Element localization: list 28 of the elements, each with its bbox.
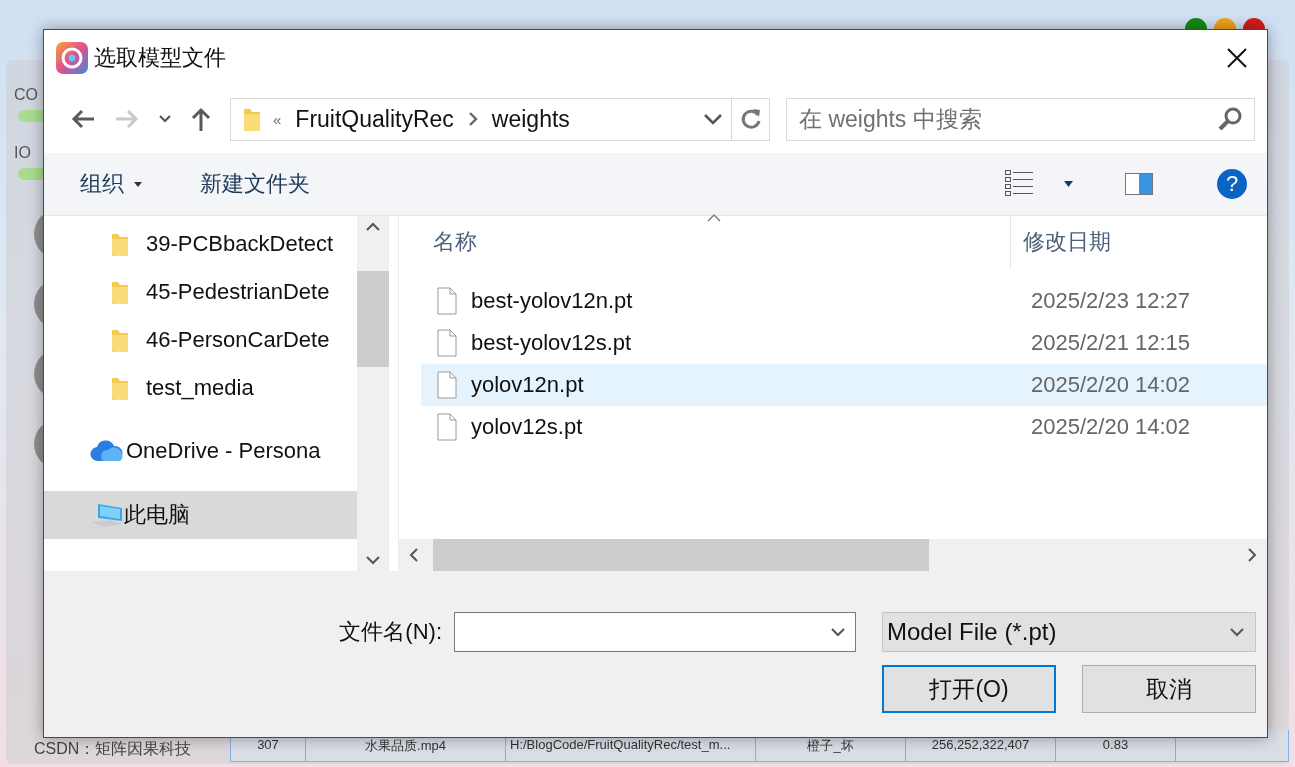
file-row[interactable]: best-yolov12n.pt 2025/2/23 12:27	[421, 280, 1267, 322]
column-header[interactable]: 名称	[399, 216, 1011, 268]
navigation-item[interactable]: 46-PersonCarDete	[44, 316, 357, 364]
file-name-label: 文件名(N):	[339, 618, 442, 646]
search-field[interactable]: 在 weights 中搜索	[786, 97, 1255, 141]
overflow-mark[interactable]: «	[273, 110, 282, 128]
column-header[interactable]: 修改日期	[1011, 216, 1111, 268]
panel-label: IO	[14, 144, 31, 162]
file-row[interactable]: yolov12s.pt 2025/2/20 14:02	[421, 406, 1267, 448]
footer-text: CSDN：矩阵因果科技	[33, 739, 193, 759]
breadcrumb-item[interactable]: FruitQualityRec	[293, 105, 456, 133]
cancel-button[interactable]: 取消	[1082, 665, 1256, 713]
navigation-item[interactable]: 此电脑	[44, 491, 357, 539]
open-button[interactable]: 打开(O)	[882, 665, 1056, 713]
breadcrumb-item[interactable]: weights	[489, 105, 572, 133]
navigation-item[interactable]: 39-PCBbackDetect	[44, 220, 357, 268]
file-row[interactable]: yolov12n.pt 2025/2/20 14:02	[421, 364, 1267, 406]
navigation-item[interactable]: OneDrive - Persona	[44, 412, 357, 476]
panel-label: CO	[14, 86, 38, 104]
navigation-item[interactable]: 45-PedestrianDete	[44, 268, 357, 316]
help-button[interactable]: ?	[1217, 169, 1247, 199]
organize-menu[interactable]: 组织	[68, 165, 154, 203]
navigation-item[interactable]: test_media	[44, 364, 357, 412]
new-folder-button[interactable]: 新建文件夹	[188, 165, 322, 203]
file-type-dropdown[interactable]: Model File (*.pt)	[882, 612, 1256, 652]
file-row[interactable]: best-yolov12s.pt 2025/2/21 12:15	[421, 322, 1267, 364]
dialog-title: 选取模型文件	[94, 43, 227, 72]
address-bar[interactable]: « FruitQualityRec weights	[230, 97, 770, 141]
